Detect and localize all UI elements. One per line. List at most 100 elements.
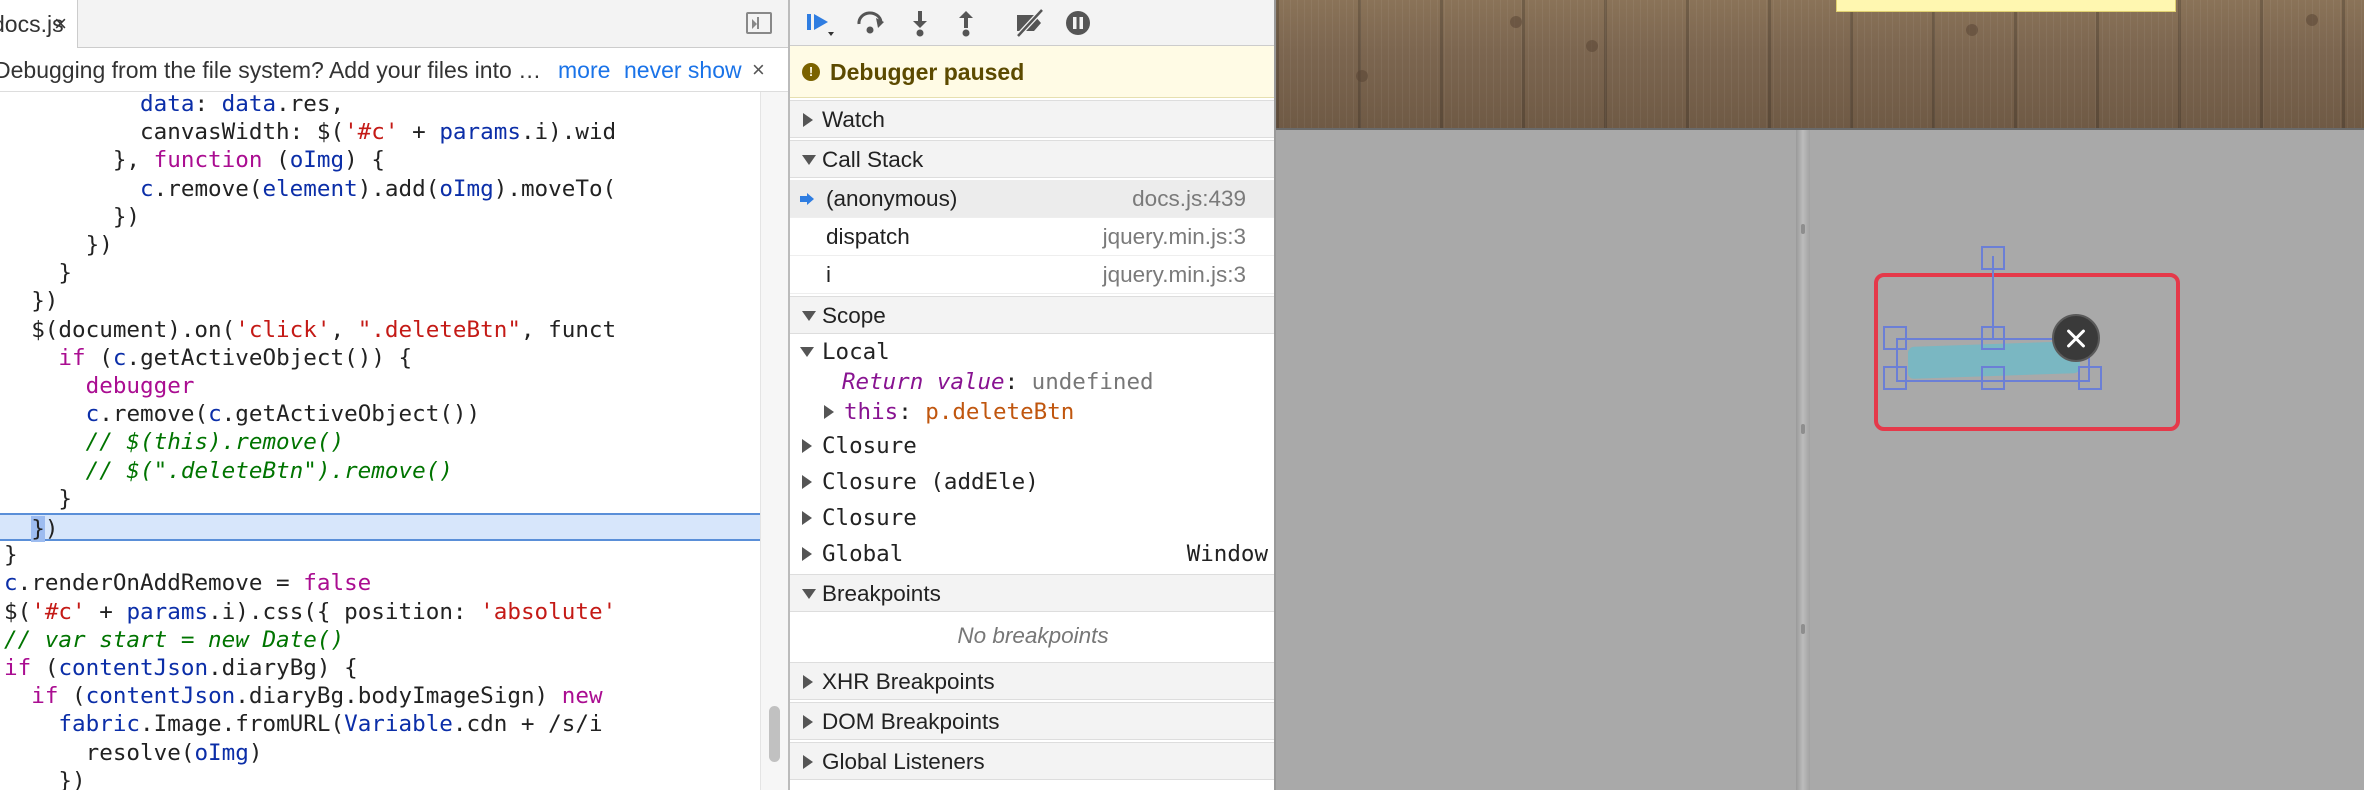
call-frame[interactable]: dispatch jquery.min.js:3: [790, 218, 1274, 256]
call-frame[interactable]: (anonymous) docs.js:439: [790, 180, 1274, 218]
workspace-infobar: Debugging from the file system? Add your…: [0, 48, 788, 92]
section-call-stack[interactable]: Call Stack: [790, 140, 1274, 178]
scope-global-value: Window: [1186, 541, 1268, 567]
wood-knot: [2306, 14, 2318, 26]
scope-this[interactable]: this: p.deleteBtn: [790, 394, 1274, 430]
code-line[interactable]: // $(this).remove(): [0, 428, 760, 456]
section-breakpoints[interactable]: Breakpoints: [790, 574, 1274, 612]
section-watch-label: Watch: [822, 107, 885, 132]
wood-knot: [1510, 16, 1522, 28]
infobar-close-icon[interactable]: ×: [752, 48, 765, 91]
code-line-current[interactable]: }): [0, 513, 760, 542]
call-frame-location[interactable]: docs.js:439: [1132, 180, 1246, 218]
editor-scrollbar-thumb[interactable]: [769, 706, 780, 762]
page-banner-strip: [1836, 0, 2176, 12]
scope-closure-label: Closure: [822, 433, 917, 459]
code-line[interactable]: if (contentJson.diaryBg.bodyImageSign) n…: [0, 682, 760, 710]
scope-closure-addele-label: Closure (addEle): [822, 469, 1039, 495]
section-breakpoints-label: Breakpoints: [822, 581, 941, 606]
code-area[interactable]: data: data.res, canvasWidth: $('#c' + pa…: [0, 92, 760, 790]
code-line[interactable]: canvasWidth: $('#c' + params.i).wid: [0, 118, 760, 146]
resize-handle[interactable]: [1883, 366, 1907, 390]
binding-ring: [1801, 624, 1805, 634]
section-dom-breakpoints[interactable]: DOM Breakpoints: [790, 702, 1274, 740]
call-frame-location[interactable]: jquery.min.js:3: [1103, 256, 1246, 294]
step-over-icon[interactable]: [854, 8, 886, 38]
scope-local-label: Local: [822, 339, 890, 365]
section-global-listeners[interactable]: Global Listeners: [790, 742, 1274, 780]
expand-triangle-icon: [803, 715, 813, 729]
code-line[interactable]: debugger: [0, 372, 760, 400]
close-tab-icon[interactable]: ×: [54, 0, 67, 48]
code-line[interactable]: }): [0, 767, 760, 790]
infobar-message: Debugging from the file system? Add your…: [0, 57, 546, 83]
debugger-paused-banner: ! Debugger paused: [790, 46, 1274, 98]
collapse-triangle-icon: [800, 347, 814, 357]
this-value: p.deleteBtn: [925, 399, 1075, 425]
code-line[interactable]: data: data.res,: [0, 92, 760, 118]
debugger-paused-label: Debugger paused: [830, 59, 1025, 85]
infobar-more-link[interactable]: more: [558, 48, 610, 91]
binding-ring: [1801, 424, 1805, 434]
rotate-handle[interactable]: [1981, 246, 2005, 270]
code-line[interactable]: // $(".deleteBtn").remove(): [0, 457, 760, 485]
scope-closure[interactable]: Closure: [790, 500, 1274, 536]
code-line[interactable]: fabric.Image.fromURL(Variable.cdn + /s/i: [0, 710, 760, 738]
debugger-sidebar: ! Debugger paused Watch Call Stack (anon…: [788, 0, 1274, 790]
expand-triangle-icon: [803, 755, 813, 769]
code-line[interactable]: $(document).on('click', ".deleteBtn", fu…: [0, 316, 760, 344]
return-value-value: undefined: [1031, 369, 1154, 395]
code-line[interactable]: if (c.getActiveObject()) {: [0, 344, 760, 372]
resize-handle[interactable]: [1883, 326, 1907, 350]
section-scope-label: Scope: [822, 303, 886, 328]
code-line[interactable]: }, function (oImg) {: [0, 146, 760, 174]
no-breakpoints-note: No breakpoints: [957, 623, 1109, 648]
section-xhr-breakpoints-label: XHR Breakpoints: [822, 669, 995, 694]
code-line[interactable]: }: [0, 541, 760, 569]
call-frame-location[interactable]: jquery.min.js:3: [1103, 218, 1246, 256]
scope-global-label: Global: [822, 541, 904, 567]
expand-triangle-icon: [802, 511, 812, 525]
scope-closure-label: Closure: [822, 505, 917, 531]
scope-closure[interactable]: Closure: [790, 428, 1274, 464]
delete-button[interactable]: [2052, 314, 2100, 362]
code-line[interactable]: }): [0, 231, 760, 259]
deactivate-breakpoints-icon[interactable]: [1014, 8, 1046, 38]
code-line[interactable]: c.renderOnAddRemove = false: [0, 569, 760, 597]
infobar-never-show-link[interactable]: never show: [624, 48, 742, 91]
expand-triangle-icon: [802, 439, 812, 453]
resize-handle[interactable]: [1981, 326, 2005, 350]
editor-scrollbar[interactable]: [760, 92, 788, 790]
step-out-icon[interactable]: [950, 8, 982, 38]
call-frame[interactable]: i jquery.min.js:3: [790, 256, 1274, 294]
page-viewport: [1274, 0, 2364, 790]
scope-closure-addele[interactable]: Closure (addEle): [790, 464, 1274, 500]
pause-on-exceptions-icon[interactable]: [1062, 8, 1094, 38]
section-watch[interactable]: Watch: [790, 100, 1274, 138]
toggle-debugger-sidebar-icon[interactable]: [746, 12, 772, 34]
expand-triangle-icon: [803, 675, 813, 689]
code-line[interactable]: }): [0, 203, 760, 231]
section-xhr-breakpoints[interactable]: XHR Breakpoints: [790, 662, 1274, 700]
resize-handle[interactable]: [2078, 366, 2102, 390]
scope-global[interactable]: Global Window: [790, 536, 1274, 572]
expand-triangle-icon: [802, 547, 812, 561]
debugger-toolbar: [790, 0, 1274, 46]
file-tab-docs-js[interactable]: docs.js ×: [0, 0, 78, 48]
code-line[interactable]: // var start = new Date(): [0, 626, 760, 654]
code-line[interactable]: c.remove(element).add(oImg).moveTo(: [0, 175, 760, 203]
code-line[interactable]: }: [0, 259, 760, 287]
resume-icon[interactable]: [804, 8, 836, 38]
code-line[interactable]: }: [0, 485, 760, 513]
code-line[interactable]: }): [0, 287, 760, 315]
editor-tab-bar: docs.js ×: [0, 0, 788, 48]
section-scope[interactable]: Scope: [790, 296, 1274, 334]
expand-triangle-icon: [803, 113, 813, 127]
code-line[interactable]: resolve(oImg): [0, 739, 760, 767]
step-into-icon[interactable]: [904, 8, 936, 38]
code-line[interactable]: $('#c' + params.i).css({ position: 'abso…: [0, 598, 760, 626]
code-line[interactable]: c.remove(c.getActiveObject()): [0, 400, 760, 428]
expand-triangle-icon: [802, 475, 812, 489]
code-line[interactable]: if (contentJson.diaryBg) {: [0, 654, 760, 682]
resize-handle[interactable]: [1981, 366, 2005, 390]
